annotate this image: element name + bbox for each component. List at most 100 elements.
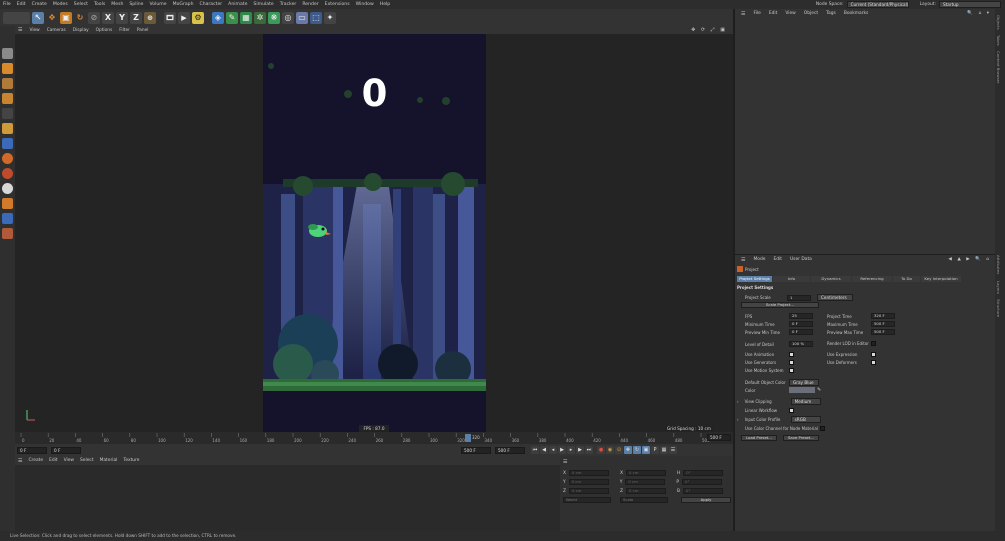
points-mode-icon[interactable] bbox=[2, 123, 13, 134]
object-menu-view[interactable]: View bbox=[781, 11, 799, 16]
object-manager-tools-icons[interactable]: 🔍 ⌂ ▾ bbox=[967, 11, 995, 16]
goto-end-icon[interactable]: ⏭ bbox=[585, 446, 593, 454]
deformer-icon[interactable]: ❋ bbox=[268, 11, 280, 24]
coord-scale-dropdown[interactable]: Scale bbox=[620, 497, 668, 503]
timeline-ruler[interactable]: 0 20 40 60 80 100 120 140 160 180 200 220 240 260 280 3… bbox=[15, 432, 735, 444]
use-deformers-checkbox[interactable] bbox=[871, 360, 876, 365]
linear-workflow-checkbox[interactable] bbox=[789, 408, 794, 413]
scale-icon[interactable]: ▣ bbox=[60, 11, 72, 24]
rotate-icon[interactable]: ↻ bbox=[74, 12, 86, 24]
coord-pos-y[interactable]: 0 cm bbox=[568, 479, 609, 485]
coordinates-menu-icon[interactable]: ☰ bbox=[563, 459, 567, 465]
model-mode-icon[interactable] bbox=[2, 48, 13, 59]
timeline-menu-icon[interactable]: ☰ bbox=[669, 446, 677, 454]
cube-icon[interactable]: ◈ bbox=[212, 11, 224, 24]
subdivision-icon[interactable]: ▦ bbox=[240, 11, 252, 24]
side-tab-content-browser[interactable]: Content Browser bbox=[996, 51, 1001, 83]
next-key-icon[interactable]: ▶ bbox=[576, 446, 584, 454]
preview-min-input[interactable]: 0 F bbox=[789, 329, 813, 335]
recent-tools-icon[interactable]: ⊘ bbox=[88, 11, 100, 24]
object-menu-bookmarks[interactable]: Bookmarks bbox=[840, 11, 873, 16]
preview-max-input[interactable]: 500 F bbox=[871, 329, 895, 335]
layout-dropdown[interactable]: Startup bbox=[939, 1, 1001, 8]
object-panel-icon[interactable]: ☰ bbox=[737, 11, 749, 17]
node-space-dropdown[interactable]: Current (Standard/Physical) bbox=[846, 1, 909, 8]
use-animation-checkbox[interactable] bbox=[789, 352, 794, 357]
tab-referencing[interactable]: Referencing bbox=[852, 276, 892, 282]
material-menu-texture[interactable]: Texture bbox=[120, 458, 142, 463]
use-motion-checkbox[interactable] bbox=[789, 368, 794, 373]
object-menu-file[interactable]: File bbox=[749, 11, 764, 16]
axis-x-button[interactable]: X bbox=[102, 11, 114, 24]
expand-arrow-icon[interactable]: › bbox=[737, 399, 739, 404]
menu-extensions[interactable]: Extensions bbox=[322, 2, 353, 7]
attr-menu-edit[interactable]: Edit bbox=[769, 257, 786, 262]
locking-icon[interactable] bbox=[2, 198, 13, 209]
render-view-icon[interactable]: 🎞 bbox=[164, 11, 176, 24]
coord-pos-x[interactable]: 0 cm bbox=[569, 470, 610, 476]
menu-help[interactable]: Help bbox=[377, 2, 393, 7]
attribute-panel-icon[interactable]: ☰ bbox=[737, 257, 749, 263]
undo-redo-icon[interactable] bbox=[3, 11, 30, 24]
menu-mesh[interactable]: Mesh bbox=[108, 2, 126, 7]
camera-icon[interactable]: ⬚ bbox=[310, 11, 322, 24]
side-tab-layers[interactable]: Layers bbox=[996, 281, 1001, 294]
snap-icon[interactable] bbox=[2, 108, 13, 119]
coord-rot-p[interactable]: 0° bbox=[682, 479, 723, 485]
side-tab-objects[interactable]: Objects bbox=[996, 15, 1001, 30]
viewport[interactable]: 0 FPS : 87.0 Grid Spacing : 10 cm bbox=[15, 34, 733, 432]
view-clipping-dropdown[interactable]: Medium bbox=[790, 398, 821, 405]
input-color-profile-dropdown[interactable]: sRGB bbox=[790, 416, 821, 423]
render-to-picture-viewer-icon[interactable]: ▶ bbox=[178, 11, 190, 24]
eyedropper-icon[interactable]: ✎ bbox=[817, 387, 821, 393]
material-menu-edit[interactable]: Edit bbox=[46, 458, 61, 463]
viewport-menu-filter[interactable]: Filter bbox=[116, 28, 133, 33]
load-preset-button[interactable]: Load Preset... bbox=[741, 435, 777, 441]
attribute-nav-icons[interactable]: ◀ ▲ ▶ 🔍 ⌂ bbox=[948, 257, 995, 262]
autokey-icon[interactable]: ◉ bbox=[606, 446, 614, 454]
material-list[interactable] bbox=[15, 465, 560, 531]
coord-apply-button[interactable]: Apply bbox=[681, 497, 731, 503]
menu-modes[interactable]: Modes bbox=[50, 2, 71, 7]
min-time-input[interactable]: 0 F bbox=[789, 321, 813, 327]
material-menu-view[interactable]: View bbox=[61, 458, 77, 463]
menu-spline[interactable]: Spline bbox=[126, 2, 146, 7]
floor-icon[interactable]: ▭ bbox=[296, 11, 308, 24]
axis-mode-icon[interactable] bbox=[2, 78, 13, 89]
prev-key-icon[interactable]: ◀ bbox=[540, 446, 548, 454]
menu-tracker[interactable]: Tracker bbox=[277, 2, 300, 7]
project-scale-unit-dropdown[interactable]: Centimeters bbox=[817, 294, 853, 301]
end-frame-field[interactable]: 500 F bbox=[495, 446, 525, 454]
solo-icon[interactable] bbox=[2, 183, 13, 194]
prev-frame-icon[interactable]: ◂ bbox=[549, 446, 557, 454]
max-time-input[interactable]: 500 F bbox=[871, 321, 895, 327]
max-frame-field[interactable]: 500 F bbox=[461, 446, 491, 454]
menu-simulate[interactable]: Simulate bbox=[250, 2, 276, 7]
fps-input[interactable]: 25 bbox=[789, 313, 813, 319]
side-tab-structure[interactable]: Structure bbox=[996, 299, 1001, 317]
side-tab-attributes[interactable]: Attributes bbox=[996, 255, 1001, 274]
coord-rot-h[interactable]: 0° bbox=[683, 470, 724, 476]
coord-mode-dropdown[interactable]: World bbox=[563, 497, 611, 503]
viewport-nav-icons[interactable]: ✥ ⟳ ⤢ ▣ bbox=[691, 27, 727, 33]
key-pla-icon[interactable]: ▦ bbox=[660, 446, 668, 454]
menu-file[interactable]: File bbox=[0, 2, 14, 7]
menu-volume[interactable]: Volume bbox=[147, 2, 170, 7]
axis-y-button[interactable]: Y bbox=[116, 11, 128, 24]
attr-menu-mode[interactable]: Mode bbox=[749, 257, 769, 262]
coord-size-z[interactable]: 0 cm bbox=[626, 488, 667, 494]
polygons-mode-icon[interactable] bbox=[2, 153, 13, 164]
material-menu-select[interactable]: Select bbox=[77, 458, 97, 463]
side-tab-takes[interactable]: Takes bbox=[996, 35, 1001, 46]
default-color-dropdown[interactable]: Gray Blue bbox=[789, 379, 819, 386]
use-expression-checkbox[interactable] bbox=[871, 352, 876, 357]
project-scale-input[interactable]: 1 bbox=[787, 294, 811, 301]
record-icon[interactable]: ● bbox=[597, 446, 605, 454]
playhead[interactable] bbox=[465, 434, 471, 442]
expand-arrow-icon[interactable]: › bbox=[737, 417, 739, 422]
keyframe-selection-icon[interactable]: ⊙ bbox=[615, 446, 623, 454]
menu-tools[interactable]: Tools bbox=[91, 2, 108, 7]
play-icon[interactable]: ▶ bbox=[558, 446, 566, 454]
menu-mograph[interactable]: MoGraph bbox=[170, 2, 197, 7]
tab-key-interpolation[interactable]: Key Interpolation bbox=[921, 276, 961, 282]
